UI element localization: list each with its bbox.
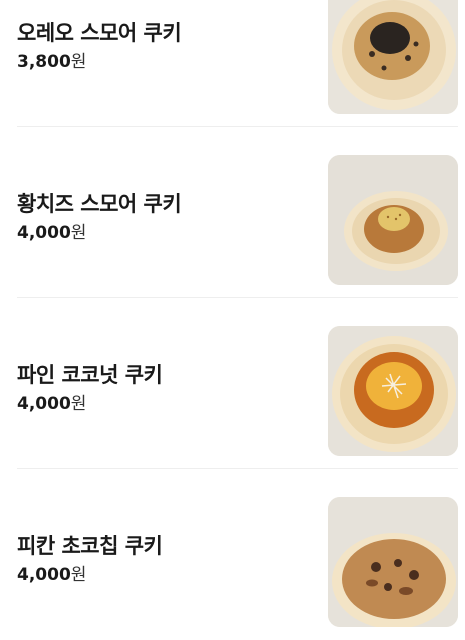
menu-item-name: 파인 코코넛 쿠키: [17, 363, 163, 387]
price-value: 4,000: [17, 223, 71, 243]
menu-item-photo[interactable]: [328, 326, 458, 456]
cheese-smore-cookie-image: [328, 155, 458, 285]
menu-item-text: 파인 코코넛 쿠키 4,000원: [17, 361, 163, 415]
price-value: 4,000: [17, 565, 71, 585]
menu-item-price: 4,000원: [17, 564, 162, 586]
price-currency: 원: [70, 52, 87, 72]
price-currency: 원: [70, 394, 87, 414]
price-value: 4,000: [17, 394, 71, 414]
menu-item-price: 4,000원: [17, 393, 162, 415]
menu-item-price: 4,000원: [17, 222, 181, 244]
menu-list: 오레오 스모어 쿠키 3,800원 황치즈 스모어 쿠키 4,000원 파인 코…: [0, 0, 465, 640]
menu-item-photo[interactable]: [328, 497, 458, 627]
menu-item[interactable]: 오레오 스모어 쿠키 3,800원: [17, 0, 458, 127]
menu-item[interactable]: 황치즈 스모어 쿠키 4,000원: [17, 127, 458, 298]
price-value: 3,800: [17, 52, 71, 72]
menu-item-text: 피칸 초코칩 쿠키 4,000원: [17, 532, 163, 586]
menu-item-photo[interactable]: [328, 0, 458, 114]
menu-item-price: 3,800원: [17, 51, 181, 73]
menu-item-photo[interactable]: [328, 155, 458, 285]
menu-item[interactable]: 파인 코코넛 쿠키 4,000원: [17, 298, 458, 469]
price-currency: 원: [70, 565, 87, 585]
pecan-chocochip-cookie-image: [328, 497, 458, 627]
menu-item-text: 황치즈 스모어 쿠키 4,000원: [17, 190, 182, 244]
pine-coconut-cookie-image: [328, 326, 458, 456]
menu-item[interactable]: 피칸 초코칩 쿠키 4,000원: [17, 469, 458, 640]
menu-item-text: 오레오 스모어 쿠키 3,800원: [17, 19, 182, 73]
menu-item-name: 황치즈 스모어 쿠키: [17, 192, 182, 216]
price-currency: 원: [70, 223, 87, 243]
menu-item-name: 오레오 스모어 쿠키: [17, 21, 182, 45]
menu-item-name: 피칸 초코칩 쿠키: [17, 534, 163, 558]
oreo-smore-cookie-image: [328, 0, 458, 114]
